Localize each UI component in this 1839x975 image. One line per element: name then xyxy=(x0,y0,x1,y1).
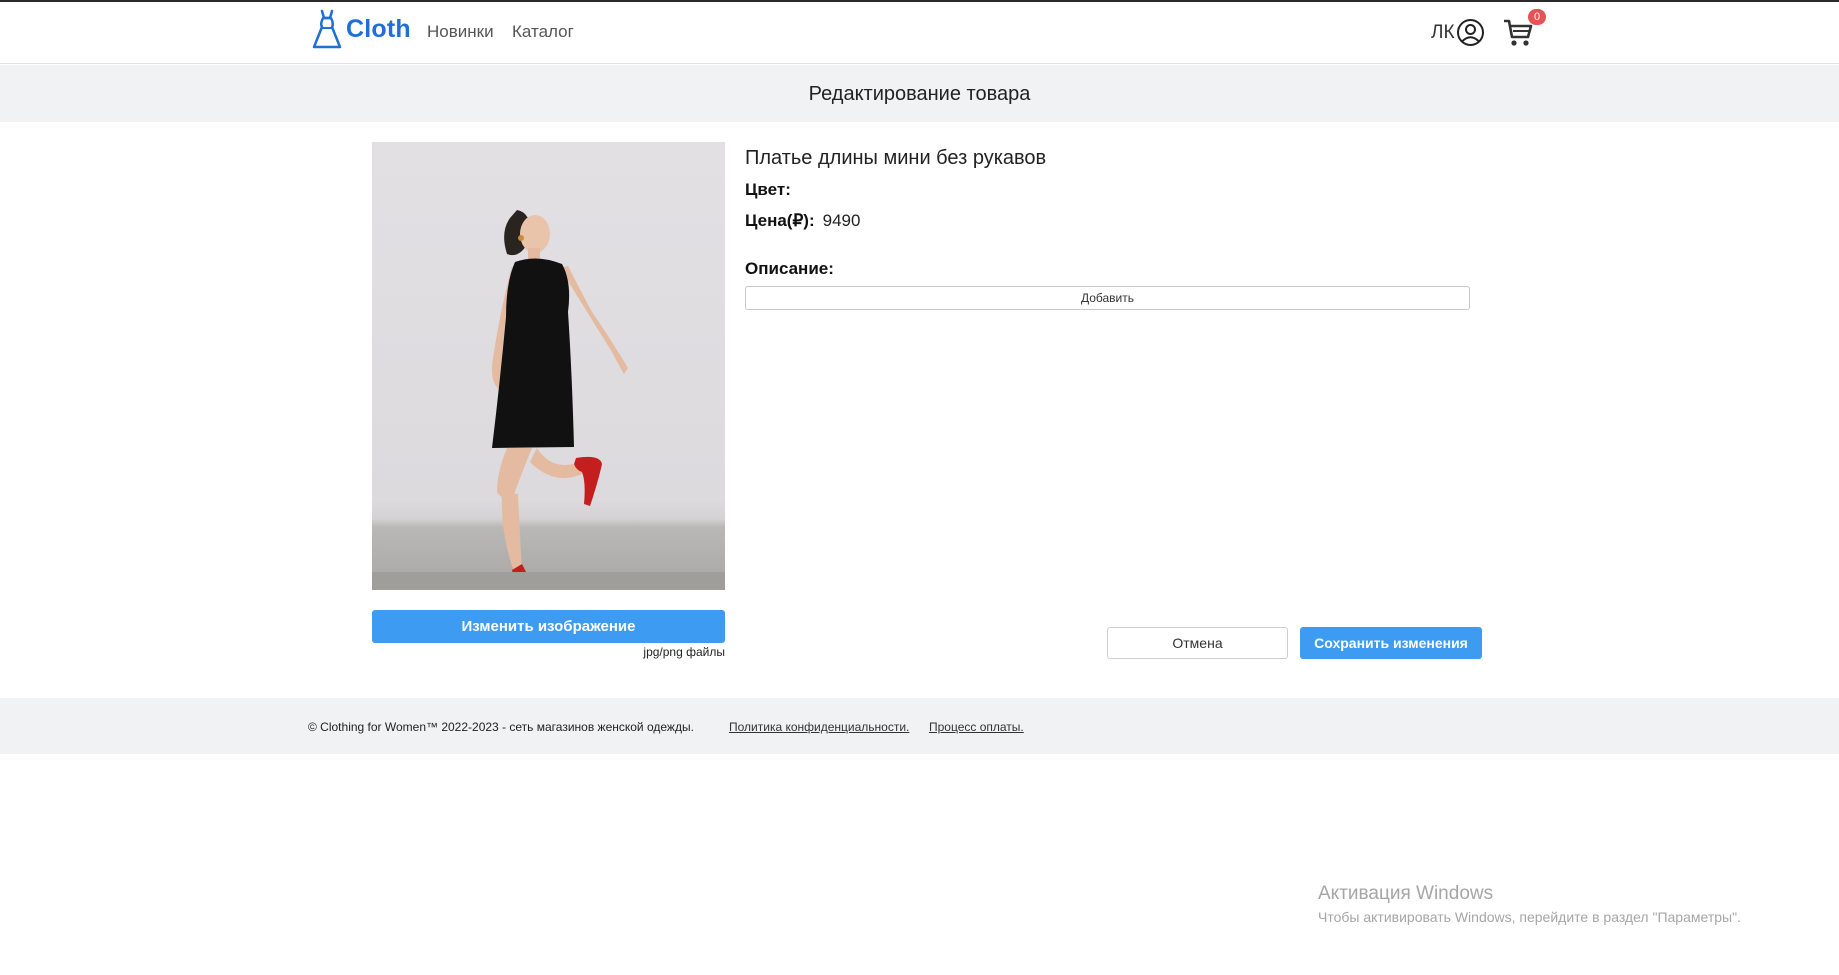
description-field: Описание: xyxy=(745,259,834,279)
color-field: Цвет: xyxy=(745,180,791,200)
nav-link-catalog[interactable]: Каталог xyxy=(512,22,574,42)
account-link[interactable]: ЛК xyxy=(1431,18,1485,47)
description-label: Описание: xyxy=(745,259,834,278)
page-header: Редактирование товара xyxy=(0,65,1839,122)
price-value[interactable]: 9490 xyxy=(823,211,861,231)
cart-count-badge: 0 xyxy=(1528,9,1546,25)
page-title: Редактирование товара xyxy=(808,83,1031,105)
product-name: Платье длины мини без рукавов xyxy=(745,147,1047,169)
model-figure xyxy=(372,210,725,590)
privacy-policy-link[interactable]: Политика конфиденциальности. xyxy=(729,720,909,734)
account-label: ЛК xyxy=(1431,21,1455,43)
save-changes-button[interactable]: Сохранить изменения xyxy=(1300,627,1482,659)
windows-activation-watermark: Активация Windows Чтобы активировать Win… xyxy=(1318,883,1741,925)
navbar: Cloth Новинки Каталог ЛК 0 xyxy=(0,2,1839,64)
brand-name: Cloth xyxy=(346,14,411,43)
copyright-text: © Clothing for Women™ 2022-2023 - сеть м… xyxy=(308,720,694,734)
color-label: Цвет: xyxy=(745,180,791,199)
windows-activation-subtitle: Чтобы активировать Windows, перейдите в … xyxy=(1318,909,1741,925)
brand-logo-link[interactable]: Cloth xyxy=(310,9,411,49)
change-image-button[interactable]: Изменить изображение xyxy=(372,610,725,643)
payment-process-link[interactable]: Процесс оплаты. xyxy=(929,720,1024,734)
user-circle-icon xyxy=(1456,19,1484,46)
cart-button[interactable]: 0 xyxy=(1502,9,1546,49)
windows-activation-title: Активация Windows xyxy=(1318,883,1494,904)
file-type-hint: jpg/png файлы xyxy=(643,645,725,659)
cancel-button[interactable]: Отмена xyxy=(1107,627,1288,659)
footer: © Clothing for Women™ 2022-2023 - сеть м… xyxy=(0,698,1839,754)
add-description-button[interactable]: Добавить xyxy=(745,286,1470,310)
nav-link-news[interactable]: Новинки xyxy=(427,22,494,42)
dress-icon xyxy=(312,9,342,49)
price-label: Цена(₽): xyxy=(745,211,815,230)
price-field: Цена(₽): 9490 xyxy=(745,211,860,231)
product-image xyxy=(372,142,725,590)
